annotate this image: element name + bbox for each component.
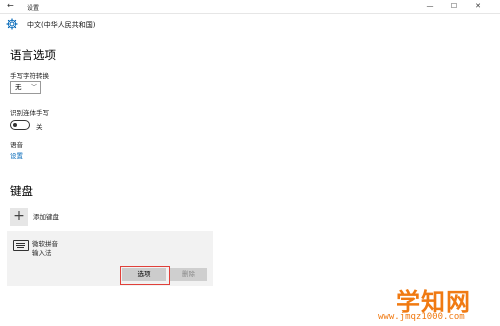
handwriting-conversion-select[interactable]: 无 ﹀ xyxy=(10,81,41,94)
plus-icon: + xyxy=(13,208,25,224)
close-button[interactable]: ✕ xyxy=(468,0,488,13)
keyboard-title: 键盘 xyxy=(10,184,33,198)
page-header-title: 中文(中华人民共和国) xyxy=(27,21,96,29)
recognize-cursive-toggle[interactable] xyxy=(10,120,30,130)
voice-settings-link[interactable]: 设置 xyxy=(10,150,23,160)
options-button[interactable]: 选项 xyxy=(122,268,166,281)
select-value: 无 xyxy=(15,83,22,91)
add-keyboard-button[interactable]: + xyxy=(10,208,28,226)
ime-panel[interactable]: 微软拼音 输入法 选项 删除 xyxy=(7,231,213,286)
language-options-title: 语言选项 xyxy=(10,48,56,62)
toggle-knob xyxy=(13,123,17,127)
add-keyboard-label[interactable]: 添加键盘 xyxy=(33,211,59,221)
watermark-url: www.jmqz1000.com xyxy=(378,312,465,322)
keyboard-icon xyxy=(13,240,29,251)
ime-type: 输入法 xyxy=(32,249,52,257)
page-header: 中文(中华人民共和国) xyxy=(0,14,500,36)
toggle-state-label: 关 xyxy=(36,123,43,131)
remove-button[interactable]: 删除 xyxy=(170,268,207,281)
title-bar: ← 设置 — ☐ ✕ xyxy=(0,0,500,14)
maximize-button[interactable]: ☐ xyxy=(444,0,464,13)
gear-icon xyxy=(6,18,18,30)
window-title: 设置 xyxy=(27,5,40,12)
handwriting-conversion-label: 手写字符转换 xyxy=(10,72,49,80)
chevron-down-icon: ﹀ xyxy=(30,84,37,91)
voice-label: 语音 xyxy=(10,141,23,149)
back-arrow-icon[interactable]: ← xyxy=(7,2,14,10)
minimize-button[interactable]: — xyxy=(420,0,440,13)
recognize-cursive-label: 识别连体手写 xyxy=(10,109,49,117)
watermark: 学知网 www.jmqz1000.com xyxy=(378,282,500,326)
